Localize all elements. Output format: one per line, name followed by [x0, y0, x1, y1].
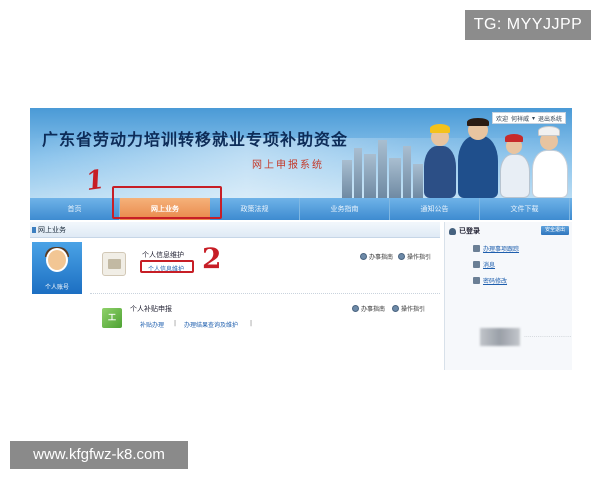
page: TG: MYYJJPP 广东省劳动力培训转移就业专项补助资金 网上申报系统 欢迎… — [0, 0, 600, 480]
annotation-number-2: 2 — [202, 242, 222, 275]
login-panel: 已登录 安全退出 办理事项跟踪 消息 密码修改 — [444, 222, 572, 370]
panel-link-messages[interactable]: 消息 — [473, 260, 495, 269]
subsidy-apply-link[interactable]: 补贴办理 — [140, 320, 164, 329]
avatar-face — [46, 248, 68, 272]
annotation-box-nav — [112, 186, 222, 219]
guide-label: 办事指南 — [369, 254, 394, 261]
header-banner: 广东省劳动力培训转移就业专项补助资金 网上申报系统 欢迎 何祥威 ▾ 退出系统 — [30, 108, 572, 198]
worker-figure — [532, 150, 568, 198]
user-icon — [449, 227, 456, 235]
workers-illustration — [422, 116, 572, 198]
chef-hat-icon — [538, 126, 560, 136]
nav-item-home[interactable]: 首页 — [30, 198, 120, 220]
building — [378, 140, 387, 198]
nav-item-policies[interactable]: 政策法规 — [210, 198, 300, 220]
id-card-icon — [102, 252, 126, 276]
nav-item-notices[interactable]: 通知公告 — [390, 198, 480, 220]
building — [403, 146, 411, 198]
help-label: 操作指引 — [407, 254, 432, 261]
hat-icon — [505, 134, 523, 142]
website-screenshot: 广东省劳动力培训转移就业专项补助资金 网上申报系统 欢迎 何祥威 ▾ 退出系统 … — [30, 108, 572, 370]
divider — [90, 293, 440, 294]
guide-label: 办事指南 — [361, 306, 386, 313]
worker-figure — [424, 146, 456, 198]
building — [389, 158, 401, 198]
welcome-text: 欢迎 — [495, 115, 508, 123]
help-label: 操作指引 — [401, 306, 426, 313]
hair — [467, 118, 489, 126]
logout-link[interactable]: 退出系统 — [538, 114, 562, 123]
section-header: 网上业务 — [30, 222, 440, 238]
guide-icon — [360, 253, 367, 260]
subsidy-title: 个人补贴申报 — [130, 305, 172, 313]
help-icon — [398, 253, 405, 260]
blurred-text: ····································· — [524, 334, 572, 341]
user-bar: 欢迎 何祥威 ▾ 退出系统 — [491, 112, 566, 124]
personal-info-title: 个人信息维护 — [142, 251, 184, 259]
chevron-down-icon[interactable]: ▾ — [532, 115, 535, 122]
guide-action[interactable]: 办事指南 — [352, 304, 385, 313]
banner-title: 广东省劳动力培训转移就业专项补助资金 — [42, 130, 349, 149]
nav-item-guide[interactable]: 业务指南 — [300, 198, 390, 220]
blurred-logo — [480, 328, 520, 346]
help-action[interactable]: 操作指引 — [398, 252, 431, 261]
guide-action[interactable]: 办事指南 — [360, 252, 393, 261]
building — [354, 148, 362, 198]
username[interactable]: 何祥威 — [511, 114, 529, 123]
key-icon — [473, 277, 480, 284]
panel-link-password[interactable]: 密码修改 — [473, 276, 507, 285]
guide-icon — [352, 305, 359, 312]
tracking-icon — [473, 245, 480, 252]
tg-watermark: TG: MYYJJPP — [465, 10, 591, 40]
hard-hat-icon — [430, 124, 450, 133]
url-watermark: www.kfgfwz-k8.com — [10, 441, 188, 469]
worker-figure — [500, 154, 530, 198]
panel-link-label: 密码修改 — [483, 278, 508, 285]
help-action[interactable]: 操作指引 — [392, 304, 425, 313]
separator: | — [250, 320, 253, 327]
login-status-label: 已登录 — [459, 227, 480, 235]
nav-item-downloads[interactable]: 文件下载 — [480, 198, 570, 220]
building — [342, 160, 352, 198]
banner-subtitle: 网上申报系统 — [252, 160, 324, 171]
message-icon — [473, 261, 480, 268]
separator: | — [174, 320, 177, 327]
logout-button[interactable]: 安全退出 — [541, 226, 569, 235]
annotation-box-link — [140, 260, 194, 273]
avatar: 个人账号 — [32, 242, 82, 294]
panel-link-tracking[interactable]: 办理事项跟踪 — [473, 244, 519, 253]
panel-link-label: 办理事项跟踪 — [483, 246, 520, 253]
application-icon: 工 — [102, 308, 122, 328]
worker-figure — [458, 136, 498, 198]
login-status: 已登录 — [449, 226, 480, 236]
avatar-label: 个人账号 — [44, 284, 69, 291]
building — [364, 154, 376, 198]
panel-link-label: 消息 — [483, 262, 496, 269]
help-icon — [392, 305, 399, 312]
subsidy-result-link[interactable]: 办理结果查询及维护 — [184, 320, 238, 329]
